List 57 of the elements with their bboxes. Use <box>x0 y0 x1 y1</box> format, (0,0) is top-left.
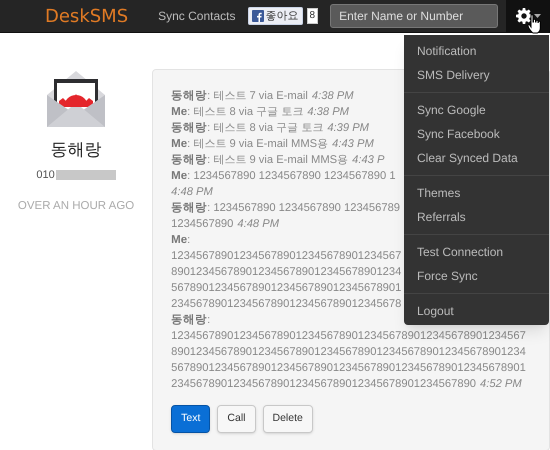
message-time: 4:48 PM <box>237 217 280 232</box>
menu-item[interactable]: Logout <box>404 299 549 323</box>
message-text: : 1234567890 1234567890 123456789 <box>207 201 400 216</box>
menu-item[interactable]: SMS Delivery <box>404 63 549 87</box>
message-sender: Me <box>171 169 188 184</box>
menu-item[interactable]: Referrals <box>404 205 549 229</box>
message-time: 4:52 PM <box>480 377 522 392</box>
menu-item[interactable]: Sync Google <box>404 98 549 122</box>
message-text: : 테스트 8 via 구글 토크 <box>207 121 324 136</box>
message-sender: 동해랑 <box>171 201 208 216</box>
message-text: : 테스트 9 via E-mail MMS용 <box>187 137 328 152</box>
message-sender: Me <box>171 105 188 120</box>
brand-logo[interactable]: DeskSMS <box>45 2 128 30</box>
like-button[interactable]: 좋아요 <box>248 7 302 25</box>
message-text: 567890123456789012345678901234567890123456789012345678901 <box>171 361 526 376</box>
action-button[interactable]: Text <box>171 405 210 433</box>
contact-name: 동해랑 <box>50 139 102 161</box>
like-count: 8 <box>306 8 318 24</box>
message-sender: Me <box>171 137 188 152</box>
message-text: : 1234567890 1234567890 1234567890 1 <box>187 169 396 184</box>
message-text: 2345678901234567890123456789012345678901234567890 <box>171 377 476 392</box>
message-sender: Me <box>171 233 188 248</box>
message-text: 8901234567890123456789012345678901234 <box>171 265 402 280</box>
message-sender: 동해랑 <box>171 313 208 328</box>
message-sender: 동해랑 <box>171 89 208 104</box>
message-time: 4:38 PM <box>312 89 354 104</box>
message-text: 5678901234567890123456789012345678901 <box>171 281 402 296</box>
menu-item[interactable]: Sync Facebook <box>404 122 549 146</box>
message-time: 4:39 PM <box>327 121 369 136</box>
menu-item[interactable]: Test Connection <box>404 240 549 264</box>
message-text: 2345678901234567890123456789012345678 <box>171 297 402 312</box>
action-button[interactable]: Delete <box>262 405 313 433</box>
menu-item[interactable]: Force Sync <box>404 264 549 288</box>
message-text: : 테스트 7 via E-mail <box>207 89 308 104</box>
message-time: 4:43 P <box>352 153 384 168</box>
last-seen-label: OVER AN HOUR AGO <box>18 199 134 214</box>
message-time: 4:43 PM <box>332 137 374 152</box>
message-text: 123456789012345678901234567890123456789012345678901234567 <box>171 329 526 344</box>
message-text: : 테스트 9 via E-mail MMS용 <box>207 153 348 168</box>
message-text: 890123456789012345678901234567890123456789012345678901234 <box>171 345 526 360</box>
like-label: 좋아요 <box>266 9 298 23</box>
message-sender: 동해랑 <box>171 121 208 136</box>
message-text: 1234567890 <box>171 217 234 232</box>
message-sender: 동해랑 <box>171 153 208 168</box>
menu-item[interactable]: Notification <box>404 39 549 63</box>
contact-number: 010 <box>36 168 55 182</box>
message-text: : <box>207 313 210 328</box>
message-text: 1234567890123456789012345678901234567 <box>171 249 402 264</box>
message-time: 4:48 PM <box>171 185 213 200</box>
menu-item[interactable]: Clear Synced Data <box>404 146 549 170</box>
search-field[interactable]: Enter Name or Number <box>330 4 498 28</box>
message-text: : <box>187 233 190 248</box>
sync-contacts-link[interactable]: Sync Contacts <box>158 7 236 25</box>
menu-item[interactable]: Themes <box>404 181 549 205</box>
action-button[interactable]: Call <box>217 405 256 433</box>
message-text: : 테스트 8 via 구글 토크 <box>187 105 304 120</box>
message-time: 4:38 PM <box>307 105 349 120</box>
